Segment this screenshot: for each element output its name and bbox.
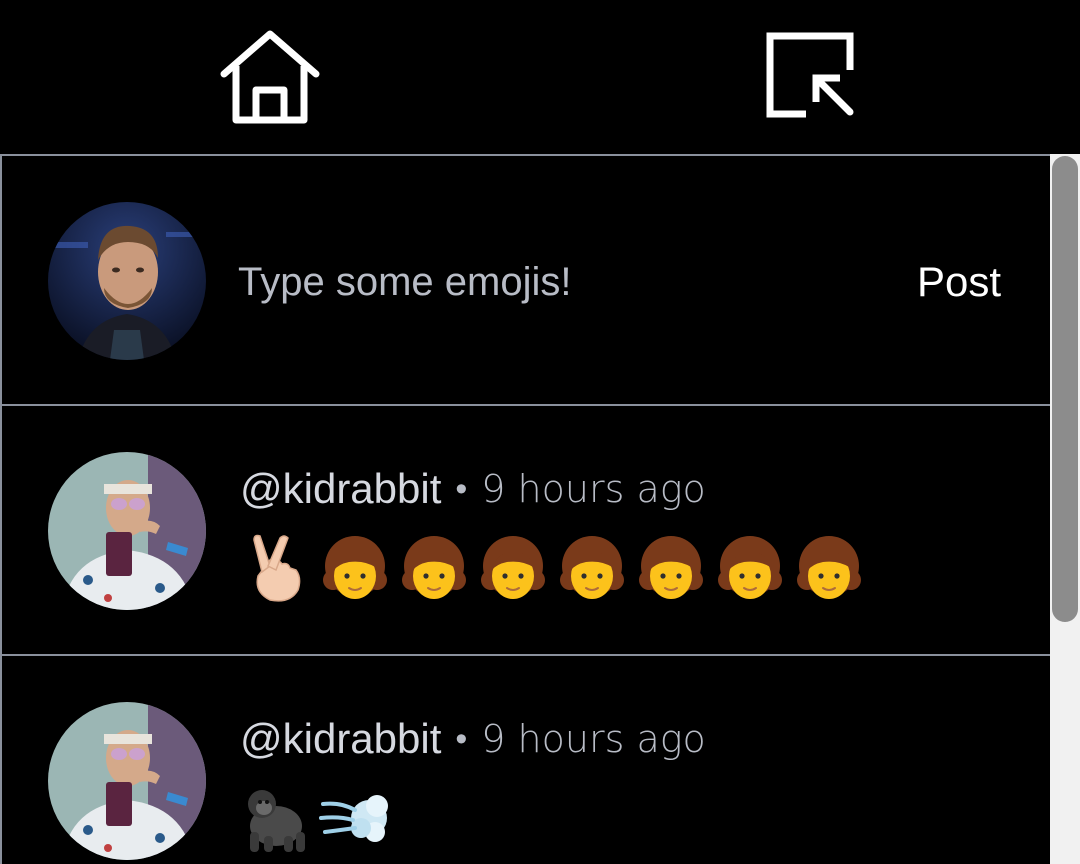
- woman-emoji: [718, 536, 782, 599]
- logout-button[interactable]: [750, 20, 870, 132]
- woman-emoji: [323, 536, 387, 599]
- home-button[interactable]: [210, 20, 330, 132]
- separator-dot: •: [455, 469, 468, 508]
- username[interactable]: @kidrabbit: [240, 715, 441, 763]
- crossed-fingers-emoji: [253, 534, 301, 602]
- timestamp: 9 hours ago: [481, 717, 706, 761]
- composer: Post: [2, 156, 1050, 406]
- post-emojis: [240, 528, 872, 608]
- scrollbar-thumb[interactable]: [1052, 156, 1078, 622]
- post-button[interactable]: Post: [907, 252, 1011, 312]
- post-emojis: [240, 778, 398, 858]
- feed: Post: [0, 154, 1050, 864]
- woman-emoji: [402, 536, 466, 599]
- woman-emoji: [639, 536, 703, 599]
- user-avatar[interactable]: [48, 702, 206, 860]
- gorilla-emoji: [248, 790, 305, 852]
- feed-post: @kidrabbit • 9 hours ago: [2, 656, 1050, 864]
- post-meta: @kidrabbit • 9 hours ago: [240, 460, 706, 518]
- feed-post: @kidrabbit • 9 hours ago: [2, 406, 1050, 656]
- user-avatar[interactable]: [48, 452, 206, 610]
- app-root: Post: [0, 0, 1080, 864]
- top-nav: [0, 0, 1080, 154]
- woman-emoji: [560, 536, 624, 599]
- logout-icon: [766, 32, 854, 118]
- separator-dot: •: [455, 719, 468, 758]
- username[interactable]: @kidrabbit: [240, 465, 441, 513]
- current-user-avatar: [48, 202, 206, 360]
- woman-emoji: [797, 536, 861, 599]
- emoji-input[interactable]: [238, 248, 858, 316]
- post-meta: @kidrabbit • 9 hours ago: [240, 710, 706, 768]
- home-icon: [220, 30, 320, 124]
- woman-emoji: [481, 536, 545, 599]
- dash-emoji: [319, 795, 388, 842]
- timestamp: 9 hours ago: [481, 467, 706, 511]
